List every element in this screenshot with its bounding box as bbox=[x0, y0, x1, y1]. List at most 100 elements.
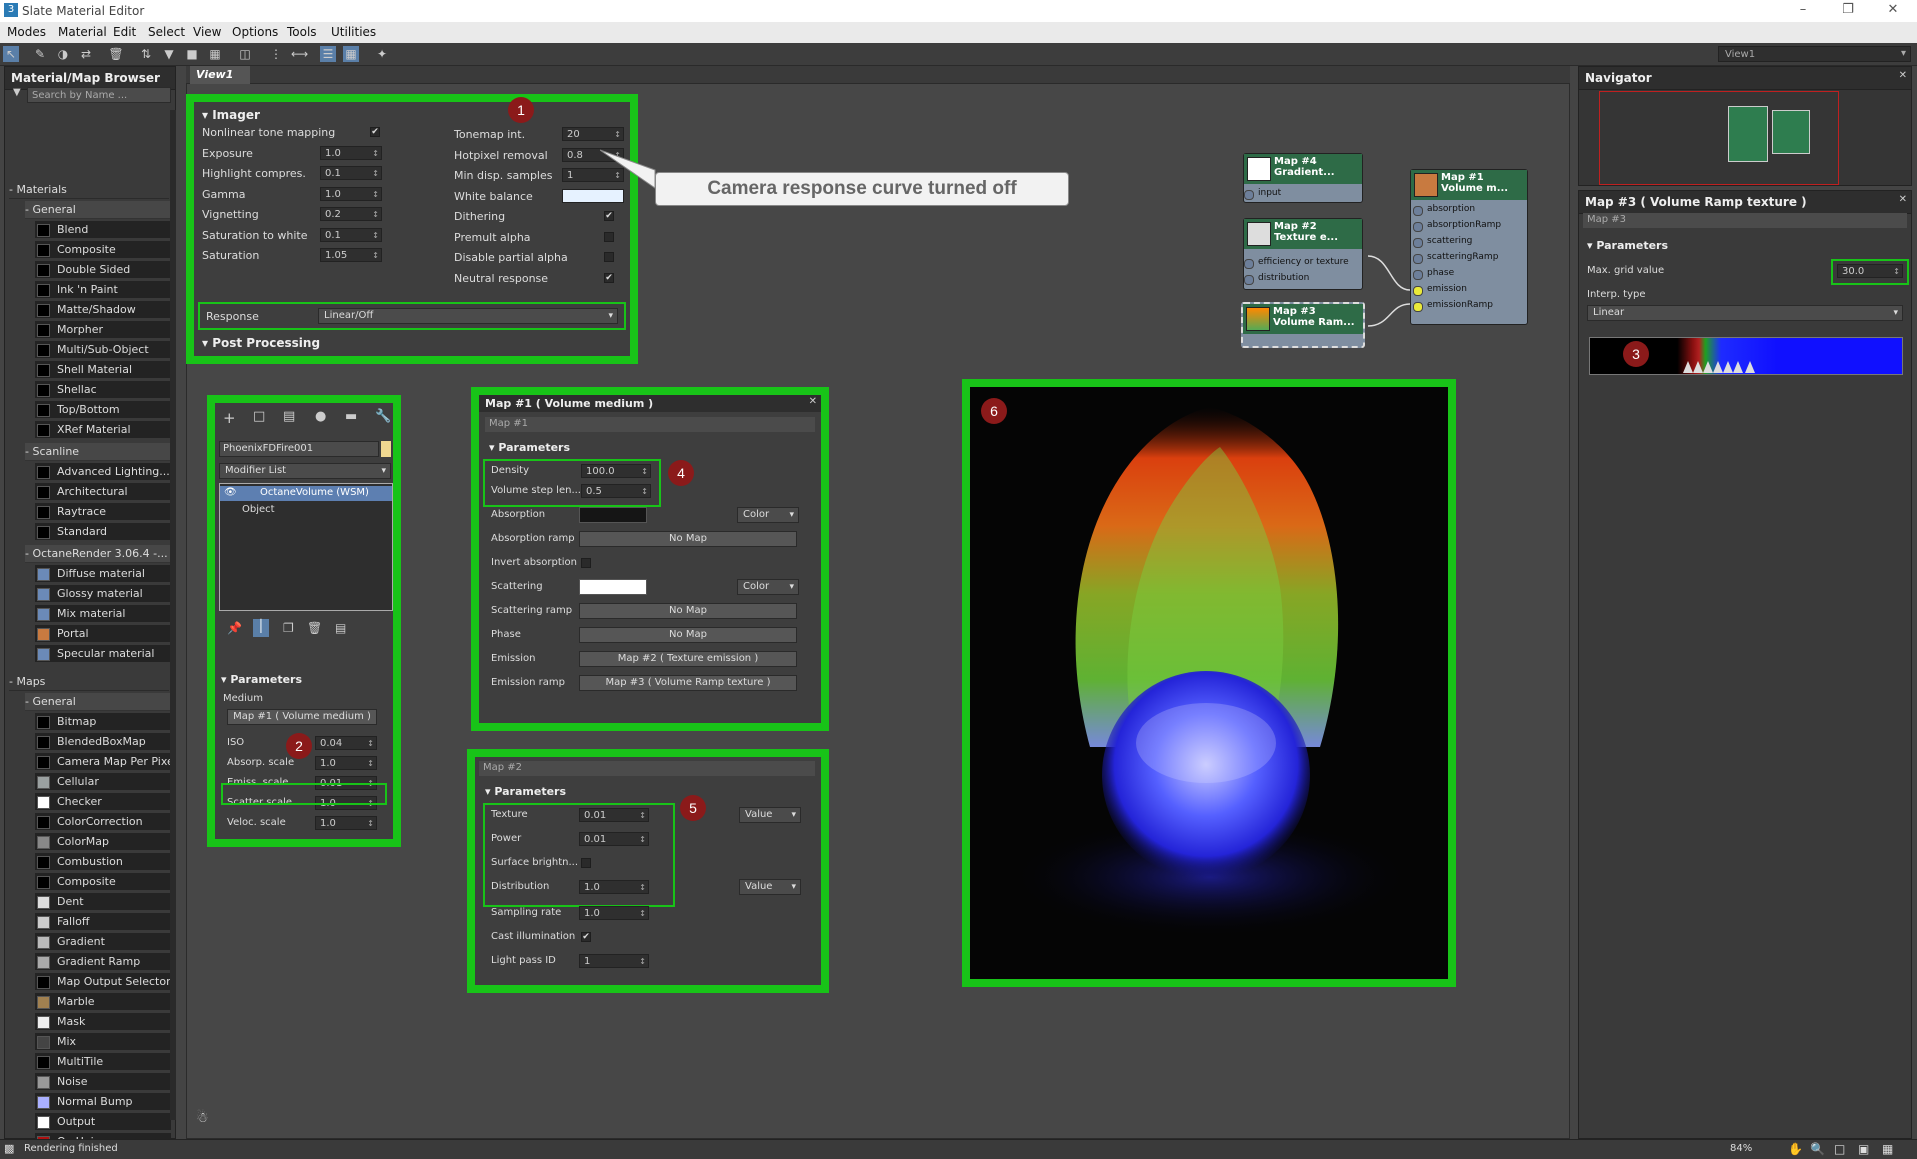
port-scatteringramp[interactable]: scatteringRamp bbox=[1412, 252, 1498, 264]
absorption-ramp-button[interactable]: No Map bbox=[579, 531, 797, 547]
browser-item[interactable]: Advanced Lighting... bbox=[35, 463, 171, 481]
ramp-flag-handle[interactable] bbox=[1733, 361, 1743, 373]
browser-item[interactable]: Map Output Selector bbox=[35, 973, 171, 991]
browser-item[interactable]: ColorMap bbox=[35, 833, 171, 851]
layout-all-icon[interactable]: ⋮ bbox=[268, 46, 284, 62]
zoom-extents-icon[interactable]: ▣ bbox=[1858, 1142, 1869, 1156]
browser-item[interactable]: BlendedBoxMap bbox=[35, 733, 171, 751]
modifier-param-spinner[interactable]: 1.0 bbox=[315, 816, 377, 830]
browser-item[interactable]: Portal bbox=[35, 625, 171, 643]
imager-spinner[interactable]: 0.1 bbox=[320, 166, 382, 180]
invert-absorption-checkbox[interactable] bbox=[581, 558, 591, 568]
browser-item[interactable]: Marble bbox=[35, 993, 171, 1011]
remove-modifier-icon[interactable]: 🗑 bbox=[307, 621, 322, 635]
pick-material-icon[interactable]: ✎ bbox=[32, 46, 48, 62]
cast-illumination-checkbox[interactable]: ✔ bbox=[581, 932, 591, 942]
restore-icon[interactable]: ❐ bbox=[1826, 0, 1870, 22]
browser-item[interactable]: Ink 'n Paint bbox=[35, 281, 171, 299]
ramp-flag-handle[interactable] bbox=[1693, 361, 1703, 373]
eye-icon[interactable]: 👁 bbox=[224, 487, 237, 498]
port-absorptionramp[interactable]: absorptionRamp bbox=[1412, 220, 1501, 232]
ramp-flag-handle[interactable] bbox=[1723, 361, 1733, 373]
ramp-flag-handle[interactable] bbox=[1713, 361, 1723, 373]
modifier-params-title[interactable]: ▾ Parameters bbox=[221, 673, 302, 686]
object-color-swatch[interactable] bbox=[381, 441, 391, 457]
hierarchy-icon[interactable]: ▤ bbox=[283, 409, 295, 424]
configure-sets-icon[interactable]: ▤ bbox=[335, 621, 346, 635]
absorption-mode-dropdown[interactable]: Color bbox=[737, 507, 799, 523]
texture-mode-dropdown[interactable]: Value bbox=[739, 807, 801, 823]
power-spinner[interactable]: 0.01 bbox=[579, 832, 649, 846]
zoom-level[interactable]: 84% bbox=[1730, 1143, 1752, 1154]
post-processing-title[interactable]: ▾ Post Processing bbox=[202, 336, 320, 350]
imager-spinner[interactable]: 20 bbox=[562, 127, 624, 141]
select-by-material-icon[interactable]: ✦ bbox=[374, 46, 390, 62]
ramp-flag-handle[interactable] bbox=[1703, 361, 1713, 373]
browser-item[interactable]: Diffuse material bbox=[35, 565, 171, 583]
browser-item[interactable]: XRef Material bbox=[35, 421, 171, 439]
motion-icon[interactable]: ● bbox=[315, 409, 326, 424]
imager-checkbox[interactable]: ✔ bbox=[604, 272, 614, 283]
menu-utilities[interactable]: Utilities bbox=[331, 25, 376, 39]
display-icon[interactable]: ▬ bbox=[345, 409, 357, 424]
browser-section-materials[interactable]: - Materials bbox=[9, 181, 169, 199]
imager-spinner[interactable]: 0.1 bbox=[320, 227, 382, 242]
browser-item[interactable]: ColorCorrection bbox=[35, 813, 171, 831]
checker-icon[interactable]: ▦ bbox=[207, 46, 223, 62]
browser-item[interactable]: Shellac bbox=[35, 381, 171, 399]
modifier-param-spinner[interactable]: 1.0 bbox=[315, 756, 377, 770]
minimize-icon[interactable]: – bbox=[1781, 0, 1825, 22]
browser-item[interactable]: MultiTile bbox=[35, 1053, 171, 1071]
utilities-icon[interactable]: 🔧 bbox=[375, 409, 391, 424]
menu-select[interactable]: Select bbox=[148, 25, 185, 39]
assign-material-icon[interactable]: ◑ bbox=[55, 46, 71, 62]
browser-item[interactable]: Raytrace bbox=[35, 503, 171, 521]
move-children-icon[interactable]: ⇅ bbox=[138, 46, 154, 62]
imager-checkbox[interactable]: ✔ bbox=[604, 211, 614, 221]
port-distribution[interactable]: distribution bbox=[1243, 273, 1309, 285]
binoculars-icon[interactable]: ☃ bbox=[196, 1110, 209, 1126]
emission-button[interactable]: Map #2 ( Texture emission ) bbox=[579, 651, 797, 667]
zoom-icon[interactable]: 🔍 bbox=[1810, 1142, 1825, 1156]
density-spinner[interactable]: 100.0 bbox=[581, 464, 651, 478]
menu-material[interactable]: Material bbox=[58, 25, 107, 39]
zoom-region-icon[interactable]: □ bbox=[1834, 1142, 1845, 1156]
imager-spinner[interactable]: 1.05 bbox=[320, 248, 382, 262]
volume-step-spinner[interactable]: 0.5 bbox=[581, 484, 651, 498]
node-map2[interactable]: Map #2 Texture e... efficiency or texture… bbox=[1243, 218, 1363, 290]
menu-edit[interactable]: Edit bbox=[113, 25, 136, 39]
stack-item-object[interactable]: Object bbox=[242, 504, 275, 515]
phase-button[interactable]: No Map bbox=[579, 627, 797, 643]
port-scattering[interactable]: scattering bbox=[1412, 236, 1472, 248]
modifier-param-spinner[interactable]: 0.04 bbox=[315, 736, 377, 750]
volume-medium-params-title[interactable]: ▾ Parameters bbox=[489, 441, 570, 454]
menu-modes[interactable]: Modes bbox=[7, 25, 46, 39]
put-to-scene-icon[interactable]: ⇄ bbox=[78, 46, 94, 62]
browser-group-maps-general[interactable]: - General bbox=[25, 693, 171, 711]
distribution-mode-dropdown[interactable]: Value bbox=[739, 879, 801, 895]
ramp-name-field[interactable]: Map #3 bbox=[1583, 213, 1907, 228]
imager-checkbox[interactable]: ✔ bbox=[370, 127, 380, 137]
scattering-color-swatch[interactable] bbox=[579, 579, 647, 595]
ramp-params-title[interactable]: ▾ Parameters bbox=[1587, 239, 1668, 252]
tab-view1[interactable]: View1 bbox=[190, 66, 250, 84]
browser-item[interactable]: Camera Map Per Pixel bbox=[35, 753, 177, 771]
browser-item[interactable]: Double Sided bbox=[35, 261, 171, 279]
port-emission[interactable]: emission bbox=[1413, 284, 1467, 296]
absorption-color-swatch[interactable] bbox=[579, 507, 647, 523]
port-emissionramp[interactable]: emissionRamp bbox=[1413, 300, 1493, 312]
view-selector[interactable]: View1 ▾ bbox=[1718, 46, 1911, 62]
menu-tools[interactable]: Tools bbox=[287, 25, 317, 39]
port-phase[interactable]: phase bbox=[1412, 268, 1454, 280]
browser-item[interactable]: Blend bbox=[35, 221, 171, 239]
port-input[interactable]: input bbox=[1243, 188, 1281, 200]
surface-brightness-checkbox[interactable] bbox=[581, 858, 591, 868]
pin-stack-icon[interactable]: 📌 bbox=[227, 621, 242, 635]
port-efficiency-or-texture[interactable]: efficiency or texture bbox=[1244, 257, 1349, 269]
imager-checkbox[interactable] bbox=[604, 252, 614, 262]
browser-item[interactable]: Matte/Shadow bbox=[35, 301, 171, 319]
pan-icon[interactable]: ✋ bbox=[1788, 1142, 1803, 1156]
show-end-result-icon[interactable]: │ bbox=[253, 619, 269, 637]
stack-item-octanevolume[interactable]: 👁 OctaneVolume (WSM) bbox=[220, 486, 392, 501]
scattering-mode-dropdown[interactable]: Color bbox=[737, 579, 799, 595]
